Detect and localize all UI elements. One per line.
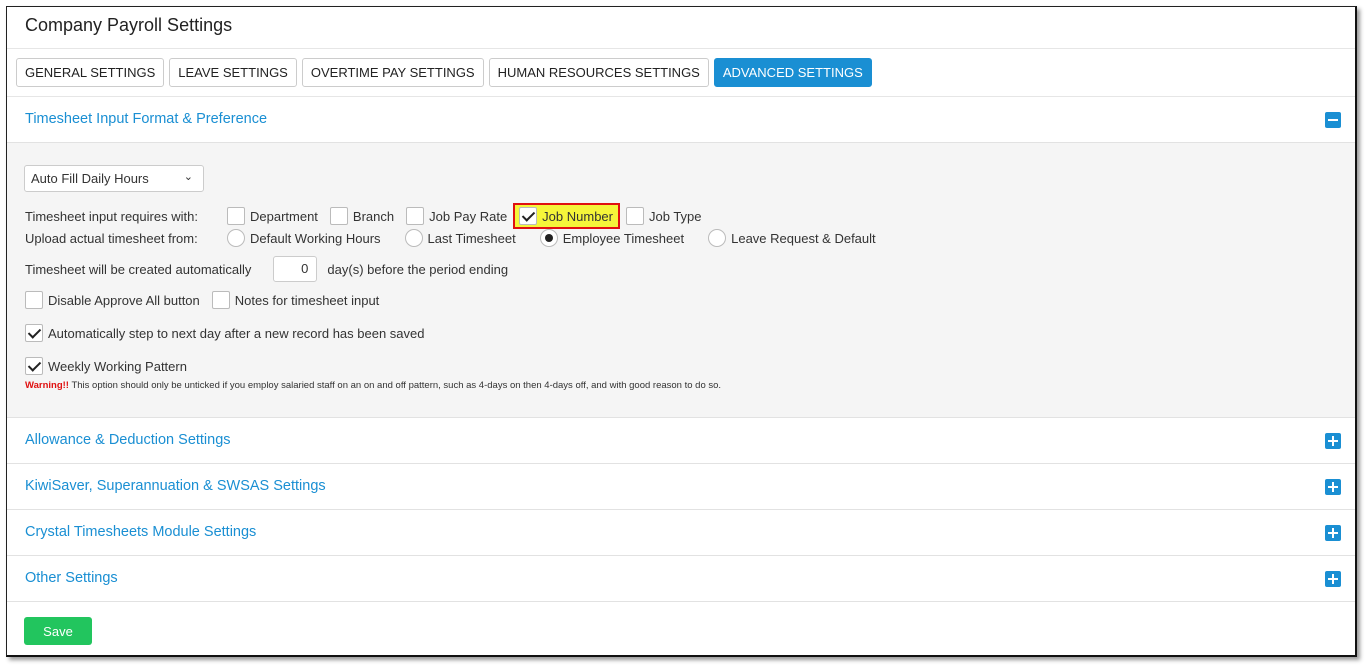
requires-label: Timesheet input requires with: — [25, 208, 198, 224]
radio-last-timesheet[interactable]: Last Timesheet — [404, 229, 516, 247]
checkbox-checked[interactable] — [25, 324, 43, 342]
expand-icon[interactable] — [1325, 433, 1341, 449]
checkbox-disable-approve-all[interactable]: Disable Approve All button — [25, 291, 200, 309]
option-label: Job Number — [542, 208, 613, 224]
section-title: KiwiSaver, Superannuation & SWSAS Settin… — [25, 478, 326, 494]
requires-row: Timesheet input requires with: Departmen… — [25, 203, 714, 229]
checkbox-job-type[interactable]: Job Type — [625, 207, 702, 225]
section-crystal[interactable]: Crystal Timesheets Module Settings — [7, 510, 1355, 556]
section-title: Allowance & Deduction Settings — [25, 432, 231, 448]
radio[interactable] — [708, 229, 727, 247]
options-row: Disable Approve All button Notes for tim… — [25, 291, 391, 309]
option-label: Employee Timesheet — [562, 230, 685, 246]
section-kiwisaver[interactable]: KiwiSaver, Superannuation & SWSAS Settin… — [7, 464, 1355, 510]
checkbox-auto-step[interactable]: Automatically step to next day after a n… — [25, 324, 425, 342]
page-title: Company Payroll Settings — [25, 15, 233, 35]
tab-hr[interactable]: HUMAN RESOURCES SETTINGS — [488, 58, 709, 87]
checkbox-weekly-pattern[interactable]: Weekly Working Pattern — [25, 357, 187, 375]
auto-fill-dropdown[interactable]: Auto Fill Daily Hours ⌄ — [24, 165, 204, 192]
option-label: Disable Approve All button — [48, 292, 200, 308]
radio[interactable] — [404, 229, 423, 247]
timesheet-section-body: Auto Fill Daily Hours ⌄ Timesheet input r… — [7, 143, 1355, 418]
option-label: Default Working Hours — [250, 230, 381, 246]
option-label: Job Pay Rate — [429, 208, 508, 224]
section-title: Timesheet Input Format & Preference — [25, 111, 268, 127]
expand-icon[interactable] — [1325, 479, 1341, 495]
radio-selected[interactable] — [539, 229, 558, 247]
weekly-row: Weekly Working Pattern — [25, 357, 199, 375]
option-label: Automatically step to next day after a n… — [48, 325, 425, 341]
radio-default-working-hours[interactable]: Default Working Hours — [227, 229, 381, 247]
auto-step-row: Automatically step to next day after a n… — [25, 324, 437, 342]
divider — [7, 48, 1355, 49]
radio-leave-request-default[interactable]: Leave Request & Default — [708, 229, 876, 247]
radio-employee-timesheet[interactable]: Employee Timesheet — [539, 229, 685, 247]
settings-tabs: GENERAL SETTINGS LEAVE SETTINGS OVERTIME… — [16, 58, 872, 87]
option-label: Department — [250, 208, 318, 224]
checkbox-department[interactable]: Department — [227, 207, 318, 225]
checkbox-checked[interactable] — [519, 207, 538, 225]
option-label: Branch — [352, 208, 395, 224]
checkbox-job-pay-rate[interactable]: Job Pay Rate — [406, 207, 507, 225]
section-timesheet-header[interactable]: Timesheet Input Format & Preference — [7, 97, 1355, 143]
option-label: Job Type — [648, 208, 702, 224]
tab-general[interactable]: GENERAL SETTINGS — [16, 58, 165, 87]
tab-overtime[interactable]: OVERTIME PAY SETTINGS — [301, 58, 484, 87]
radio[interactable] — [227, 229, 245, 247]
days-before-input[interactable]: 0 — [273, 256, 318, 282]
checkbox[interactable] — [211, 291, 230, 309]
option-label: Notes for timesheet input — [234, 292, 380, 308]
save-button[interactable]: Save — [24, 617, 92, 645]
checkbox-notes[interactable]: Notes for timesheet input — [211, 291, 380, 309]
chevron-down-icon: ⌄ — [183, 171, 193, 183]
option-label: Leave Request & Default — [731, 230, 876, 246]
checkbox[interactable] — [227, 207, 245, 225]
tab-leave[interactable]: LEAVE SETTINGS — [169, 58, 297, 87]
dropdown-value: Auto Fill Daily Hours — [31, 171, 149, 186]
auto-create-label: Timesheet will be created automatically — [25, 261, 252, 277]
collapse-icon[interactable] — [1325, 112, 1341, 128]
checkbox[interactable] — [329, 207, 348, 225]
section-title: Other Settings — [25, 570, 118, 586]
checkbox[interactable] — [25, 291, 43, 309]
checkbox[interactable] — [406, 207, 425, 225]
tab-advanced[interactable]: ADVANCED SETTINGS — [713, 58, 872, 87]
section-allowance[interactable]: Allowance & Deduction Settings — [7, 418, 1355, 464]
option-label: Last Timesheet — [427, 230, 516, 246]
warning-text: Warning!! This option should only be unt… — [25, 380, 721, 391]
settings-window: Company Payroll Settings GENERAL SETTING… — [6, 6, 1357, 657]
section-title: Crystal Timesheets Module Settings — [25, 524, 257, 540]
checkbox-branch[interactable]: Branch — [329, 207, 395, 225]
upload-label: Upload actual timesheet from: — [25, 230, 198, 246]
upload-row: Upload actual timesheet from: Default Wo… — [25, 229, 888, 247]
auto-create-row: Timesheet will be created automatically … — [25, 256, 508, 282]
expand-icon[interactable] — [1325, 525, 1341, 541]
option-label: Weekly Working Pattern — [48, 358, 187, 374]
expand-icon[interactable] — [1325, 571, 1341, 587]
checkbox-job-number[interactable]: Job Number — [513, 203, 620, 229]
section-other[interactable]: Other Settings — [7, 556, 1355, 602]
auto-create-suffix: day(s) before the period ending — [327, 261, 509, 277]
warning-message: This option should only be unticked if y… — [68, 380, 722, 391]
checkbox[interactable] — [625, 207, 644, 225]
checkbox-checked[interactable] — [25, 357, 43, 375]
warning-label: Warning!! — [25, 380, 69, 391]
